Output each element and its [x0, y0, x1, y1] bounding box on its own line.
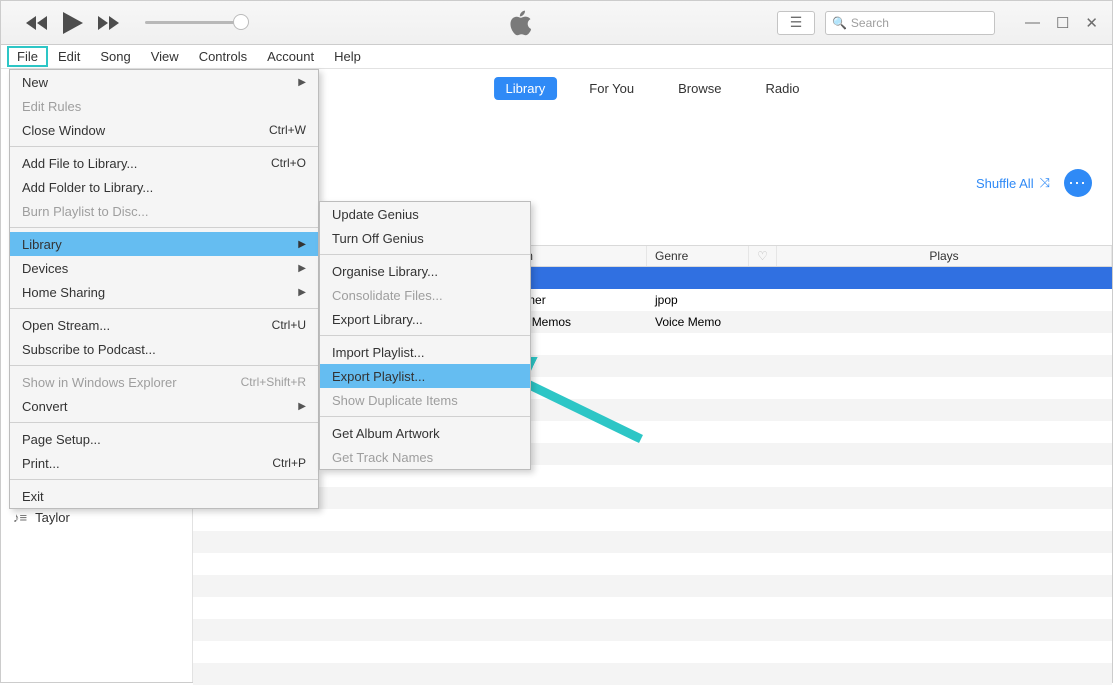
menu-item-print[interactable]: Print...Ctrl+P — [10, 451, 318, 475]
tab-for-you[interactable]: For You — [577, 77, 646, 100]
submenu-show-duplicates: Show Duplicate Items — [320, 388, 530, 412]
tab-radio[interactable]: Radio — [753, 77, 811, 100]
menu-item-subscribe-podcast[interactable]: Subscribe to Podcast... — [10, 337, 318, 361]
menu-item-convert[interactable]: Convert▶ — [10, 394, 318, 418]
apple-icon — [508, 10, 534, 36]
column-genre[interactable]: Genre — [647, 246, 749, 266]
menu-item-show-explorer: Show in Windows ExplorerCtrl+Shift+R — [10, 370, 318, 394]
submenu-turn-off-genius[interactable]: Turn Off Genius — [320, 226, 530, 250]
previous-button[interactable] — [19, 1, 55, 45]
menu-song[interactable]: Song — [90, 47, 140, 66]
menu-view[interactable]: View — [141, 47, 189, 66]
submenu-get-album-artwork[interactable]: Get Album Artwork — [320, 421, 530, 445]
menu-edit[interactable]: Edit — [48, 47, 90, 66]
close-button[interactable]: ✕ — [1085, 14, 1098, 32]
menu-item-library[interactable]: Library▶ — [10, 232, 318, 256]
shuffle-all-button[interactable]: Shuffle All ⤨ — [976, 175, 1050, 191]
column-love[interactable]: ♡ — [749, 246, 777, 266]
player-toolbar: ☰ 🔍 Search — ☐ ✕ — [1, 1, 1112, 45]
heart-icon: ♡ — [757, 249, 768, 263]
search-icon: 🔍 — [832, 16, 847, 30]
library-submenu: Update Genius Turn Off Genius Organise L… — [319, 201, 531, 470]
submenu-get-track-names: Get Track Names — [320, 445, 530, 469]
more-options-button[interactable]: ⋯ — [1064, 169, 1092, 197]
menu-item-edit-rules: Edit Rules — [10, 94, 318, 118]
tab-browse[interactable]: Browse — [666, 77, 733, 100]
page-header: c minutes Shuffle All ⤨ ⋯ — [213, 161, 1092, 205]
toolbar-right: ☰ 🔍 Search — [777, 11, 1011, 35]
playlist-icon: ♪≡ — [13, 510, 27, 525]
next-button[interactable] — [91, 1, 127, 45]
submenu-consolidate-files: Consolidate Files... — [320, 283, 530, 307]
sidebar-item-taylor[interactable]: ♪≡ Taylor — [1, 506, 192, 529]
menu-item-devices[interactable]: Devices▶ — [10, 256, 318, 280]
file-dropdown-menu: New▶ Edit Rules Close WindowCtrl+W Add F… — [9, 69, 319, 509]
sidebar-label: Taylor — [35, 510, 70, 525]
submenu-organise-library[interactable]: Organise Library... — [320, 259, 530, 283]
menu-item-exit[interactable]: Exit — [10, 484, 318, 508]
submenu-update-genius[interactable]: Update Genius — [320, 202, 530, 226]
volume-slider[interactable] — [145, 1, 265, 45]
menu-item-page-setup[interactable]: Page Setup... — [10, 427, 318, 451]
search-placeholder: Search — [851, 16, 889, 30]
now-playing-display — [265, 10, 777, 36]
menu-item-close-window[interactable]: Close WindowCtrl+W — [10, 118, 318, 142]
submenu-export-library[interactable]: Export Library... — [320, 307, 530, 331]
maximize-button[interactable]: ☐ — [1056, 14, 1069, 32]
menu-file[interactable]: File — [7, 46, 48, 67]
minimize-button[interactable]: — — [1025, 14, 1040, 31]
tab-library[interactable]: Library — [494, 77, 558, 100]
playback-controls — [1, 1, 265, 45]
menu-account[interactable]: Account — [257, 47, 324, 66]
window-controls: — ☐ ✕ — [1011, 14, 1112, 32]
shuffle-icon: ⤨ — [1040, 175, 1050, 191]
menu-item-burn-playlist: Burn Playlist to Disc... — [10, 199, 318, 223]
column-plays[interactable]: Plays — [777, 246, 1112, 266]
menu-bar: File Edit Song View Controls Account Hel… — [1, 45, 1112, 69]
submenu-export-playlist[interactable]: Export Playlist... — [320, 364, 530, 388]
menu-item-home-sharing[interactable]: Home Sharing▶ — [10, 280, 318, 304]
menu-help[interactable]: Help — [324, 47, 371, 66]
menu-item-add-folder[interactable]: Add Folder to Library... — [10, 175, 318, 199]
menu-item-add-file[interactable]: Add File to Library...Ctrl+O — [10, 151, 318, 175]
list-view-button[interactable]: ☰ — [777, 11, 815, 35]
tab-bar: Library For You Browse Radio — [494, 77, 812, 100]
search-input[interactable]: 🔍 Search — [825, 11, 995, 35]
menu-controls[interactable]: Controls — [189, 47, 257, 66]
menu-item-new[interactable]: New▶ — [10, 70, 318, 94]
menu-item-open-stream[interactable]: Open Stream...Ctrl+U — [10, 313, 318, 337]
play-button[interactable] — [55, 1, 91, 45]
submenu-import-playlist[interactable]: Import Playlist... — [320, 340, 530, 364]
